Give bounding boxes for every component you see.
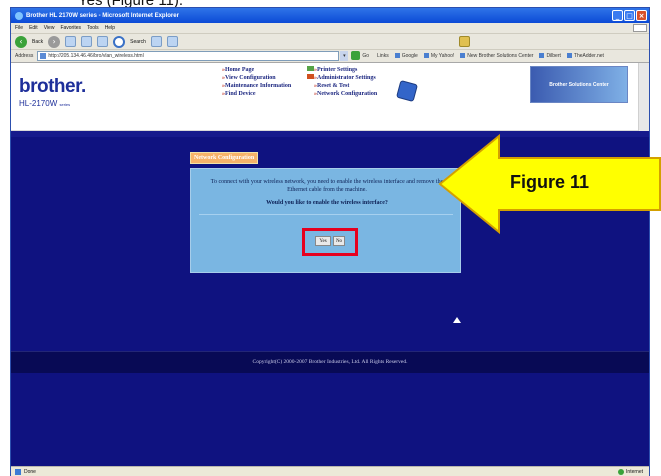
nav-administrator-settings[interactable]: Administrator Settings <box>314 74 377 82</box>
scrollbar[interactable] <box>638 63 649 131</box>
dialog-question: Would you like to enable the wireless in… <box>266 200 388 206</box>
brother-logo: brother. <box>19 76 86 97</box>
model-number: HL-2170W <box>19 99 58 108</box>
messenger-icon[interactable] <box>459 36 470 47</box>
menu-help[interactable]: Help <box>105 25 115 31</box>
nav-home-page[interactable]: Home Page <box>222 66 291 74</box>
menu-tools[interactable]: Tools <box>87 25 99 31</box>
nav-printer-settings[interactable]: Printer Settings <box>314 66 377 74</box>
page-done-icon <box>15 469 21 475</box>
link-google[interactable]: Google <box>395 53 418 59</box>
menu-bar: File Edit View Favorites Tools Help <box>11 23 649 33</box>
pencil-icon <box>395 79 419 103</box>
up-triangle-icon <box>453 317 461 323</box>
nav-reset-test[interactable]: Reset & Test <box>314 82 377 90</box>
go-button[interactable]: Go <box>351 51 369 60</box>
nav-find-device[interactable]: Find Device <box>222 90 291 98</box>
nav-view-configuration[interactable]: View Configuration <box>222 74 291 82</box>
nav-network-configuration[interactable]: Network Configuration <box>314 90 377 98</box>
close-button[interactable]: × <box>636 10 647 21</box>
yes-button[interactable]: Yes <box>315 236 331 246</box>
address-label: Address <box>15 52 34 59</box>
page-content: brother. HL-2170W series Home Page View … <box>11 62 649 466</box>
ie-icon <box>15 11 23 20</box>
nav-maintenance-information[interactable]: Maintenance Information <box>222 82 291 90</box>
network-config-dialog: To connect with your wireless network, y… <box>190 168 461 273</box>
search-label[interactable]: Search <box>130 39 146 45</box>
nav-column-right: Printer Settings Administrator Settings … <box>314 66 377 98</box>
solutions-center-banner[interactable]: Brother Solutions Center <box>530 66 628 103</box>
link-brother-solutions[interactable]: New Brother Solutions Center <box>460 53 533 59</box>
address-input[interactable]: http://205.134.46.46/bro/vlan_wireless.h… <box>37 50 340 61</box>
menu-view[interactable]: View <box>44 25 55 31</box>
links-bar: Links Google My Yahoo! New Brother Solut… <box>377 53 604 59</box>
refresh-icon[interactable] <box>81 36 93 47</box>
settings-green-icon <box>307 66 314 71</box>
settings-orange-icon <box>307 74 314 79</box>
zone-label: Internet <box>626 469 643 475</box>
window-controls: _ □ × <box>612 10 647 21</box>
stop-icon[interactable] <box>65 36 77 47</box>
go-arrow-icon <box>351 51 361 60</box>
security-zone: Internet <box>618 469 643 475</box>
favorites-icon[interactable] <box>150 36 162 47</box>
title-bar: Brother HL 2170W series - Microsoft Inte… <box>11 8 649 23</box>
links-label: Links <box>377 52 389 59</box>
model-name: HL-2170W series <box>19 99 70 108</box>
browser-window: Brother HL 2170W series - Microsoft Inte… <box>10 7 650 476</box>
link-my-yahoo[interactable]: My Yahoo! <box>424 53 454 59</box>
home-icon[interactable] <box>97 36 109 47</box>
dialog-title: Network Configuration <box>190 152 259 164</box>
forward-icon[interactable]: › <box>48 35 61 48</box>
link-theadder[interactable]: TheAdder.net <box>567 53 604 59</box>
no-button[interactable]: No <box>333 236 345 246</box>
banner-text[interactable]: Brother Solutions Center <box>549 82 608 88</box>
minimize-button[interactable]: _ <box>612 10 623 21</box>
page-icon <box>40 52 47 59</box>
status-text: Done <box>24 469 36 475</box>
page-header: brother. HL-2170W series Home Page View … <box>11 63 649 131</box>
windows-logo-icon <box>633 24 647 32</box>
menu-edit[interactable]: Edit <box>29 25 38 31</box>
address-bar: Address http://205.134.46.46/bro/vlan_wi… <box>11 49 649 61</box>
go-label[interactable]: Go <box>362 53 369 59</box>
maximize-button[interactable]: □ <box>624 10 635 21</box>
nav-column-left: Home Page View Configuration Maintenance… <box>222 66 291 98</box>
dialog-divider <box>199 214 453 215</box>
back-label[interactable]: Back <box>32 39 43 45</box>
menu-favorites[interactable]: Favorites <box>60 25 81 31</box>
address-dropdown-icon[interactable]: ▾ <box>340 50 349 61</box>
link-dilbert[interactable]: Dilbert <box>539 53 560 59</box>
model-suffix: series <box>59 102 71 107</box>
globe-icon <box>618 469 625 475</box>
address-url[interactable]: http://205.134.46.46/bro/vlan_wireless.h… <box>48 53 143 59</box>
window-title: Brother HL 2170W series - Microsoft Inte… <box>26 12 179 19</box>
status-bar: Done Internet <box>11 466 649 476</box>
search-icon[interactable] <box>113 35 126 48</box>
back-icon[interactable]: ‹ <box>15 35 27 48</box>
figure-label: Figure 11 <box>510 172 590 192</box>
media-icon[interactable] <box>166 36 178 47</box>
copyright-text: Copyright(C) 2000-2007 Brother Industrie… <box>252 359 408 365</box>
menu-file[interactable]: File <box>15 25 23 31</box>
toolbar: ‹ Back › Search <box>11 33 649 49</box>
toolbar-extras <box>459 36 470 47</box>
dialog-message: To connect with your wireless network, y… <box>210 179 444 193</box>
